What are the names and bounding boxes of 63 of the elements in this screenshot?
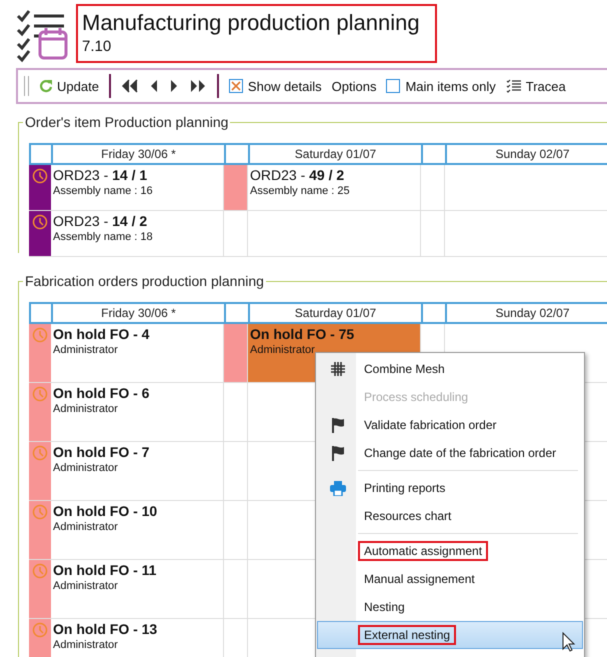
order-title[interactable]: On hold FO - 10	[53, 503, 223, 520]
version-number: 7.10	[82, 38, 112, 55]
first-page-icon[interactable]	[120, 79, 139, 93]
menu-item[interactable]: Manual assignement	[317, 565, 583, 593]
last-page-icon[interactable]	[188, 79, 207, 93]
printer-icon	[330, 480, 346, 496]
order-subtitle: Administrator	[53, 402, 119, 416]
order-title[interactable]: On hold FO - 11	[53, 562, 223, 579]
day-header: Saturday 01/07	[250, 304, 423, 322]
menu-item[interactable]: Printing reports	[317, 474, 583, 502]
order-title[interactable]: ORD23 - 49 / 2	[250, 167, 420, 184]
day-header: Friday 30/06 *	[53, 304, 226, 322]
app-title: Manufacturing production planning	[82, 10, 421, 36]
clock-icon	[32, 445, 48, 461]
clock-icon	[32, 168, 48, 184]
order-title[interactable]: ORD23 - 14 / 2	[53, 213, 223, 230]
menu-item[interactable]: Combine Mesh	[317, 355, 583, 383]
order-title[interactable]: On hold FO - 4	[53, 326, 223, 343]
traceability-button[interactable]: Tracea	[526, 78, 566, 94]
update-button[interactable]: Update	[39, 78, 99, 94]
clock-icon	[32, 504, 48, 520]
order-subtitle: Administrator	[53, 579, 119, 593]
refresh-icon	[39, 79, 53, 93]
next-icon[interactable]	[168, 79, 179, 93]
order-subtitle: Administrator	[250, 343, 316, 357]
order-subtitle: Administrator	[53, 461, 119, 475]
order-title[interactable]: On hold FO - 7	[53, 444, 223, 461]
menu-item[interactable]: Change date of the fabrication order	[317, 439, 583, 467]
clock-icon	[32, 386, 48, 402]
clock-icon	[32, 327, 48, 343]
order-subtitle: Administrator	[53, 520, 119, 534]
day-header: Sunday 02/07	[447, 304, 607, 322]
list-icon[interactable]	[506, 79, 522, 93]
clock-icon	[32, 563, 48, 579]
flag-icon	[330, 417, 346, 433]
order-title[interactable]: On hold FO - 13	[53, 621, 223, 638]
checkbox-label[interactable]: Show details	[248, 78, 322, 94]
checkbox[interactable]	[386, 79, 400, 93]
menu-item[interactable]: Automatic assignment	[317, 537, 583, 565]
day-header: Friday 30/06 *	[53, 145, 226, 163]
menu-item[interactable]: Nesting	[317, 593, 583, 621]
clock-icon	[32, 214, 48, 230]
previous-icon[interactable]	[148, 79, 159, 93]
order-title[interactable]: On hold FO - 6	[53, 385, 223, 402]
clock-icon	[32, 622, 48, 638]
menu-item[interactable]: Resources chart	[317, 502, 583, 530]
order-title[interactable]: On hold FO - 75	[250, 326, 420, 343]
order-subtitle: Assembly name : 18	[53, 230, 154, 244]
order-subtitle: Assembly name : 16	[53, 184, 154, 198]
mouse-cursor-icon	[562, 632, 576, 652]
day-header: Saturday 01/07	[250, 145, 423, 163]
order-subtitle: Administrator	[53, 638, 119, 652]
order-subtitle: Administrator	[53, 343, 119, 357]
order-title[interactable]: ORD23 - 14 / 1	[53, 167, 223, 184]
day-header: Sunday 02/07	[447, 145, 607, 163]
options-button[interactable]: Options	[332, 78, 376, 94]
flag-icon	[330, 445, 346, 461]
order-subtitle: Assembly name : 25	[250, 184, 351, 198]
checkbox-label[interactable]: Main items only	[405, 78, 496, 94]
menu-item[interactable]: External nesting	[317, 621, 583, 649]
checkbox[interactable]	[228, 79, 243, 93]
grid-icon	[331, 362, 345, 376]
menu-item[interactable]: Validate fabrication order	[317, 411, 583, 439]
